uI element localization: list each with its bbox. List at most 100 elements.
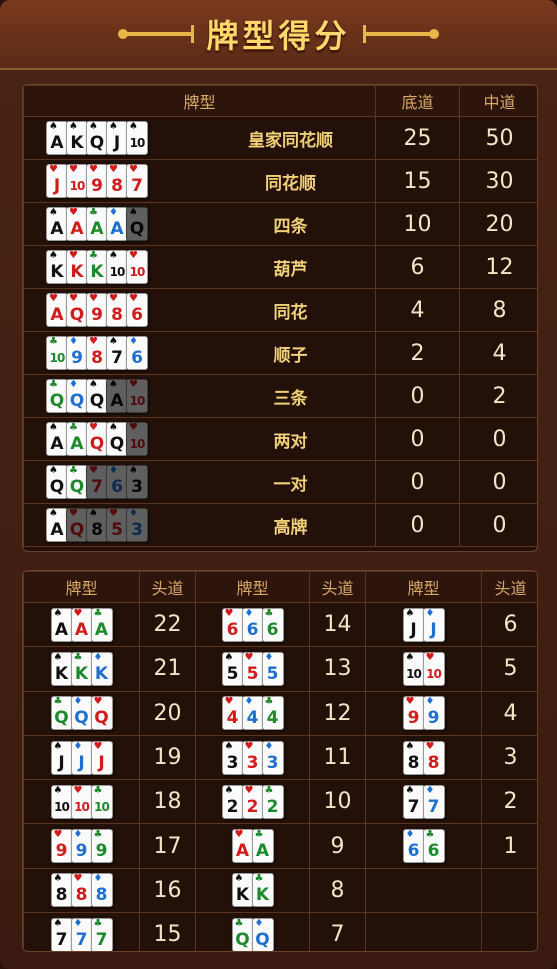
playing-card: ♣ 10 [90, 784, 113, 819]
card-rank: Q [49, 477, 65, 497]
card-suit-icon: ♠ [89, 379, 98, 390]
card-suit-icon: ♦ [425, 784, 435, 796]
card-rank: Q [89, 391, 105, 411]
card-suit-icon: ♥ [109, 508, 118, 519]
hand-type-name: 高牌 [273, 517, 308, 538]
card-rank: 4 [266, 708, 279, 729]
playing-card: ♥ 8 [106, 164, 128, 198]
card-suit-icon: ♥ [93, 740, 103, 752]
front-lane-score: 22 [139, 601, 196, 648]
card-rank: A [50, 133, 64, 153]
card-hand: ♠ 3 ♥ 3 ♦ 3 [196, 740, 309, 775]
card-suit-icon: ♦ [69, 379, 78, 390]
playing-card: ♠ 5 [221, 651, 244, 686]
playing-card: ♦ 9 [66, 336, 88, 370]
card-hand: ♣ Q ♦ Q ♥ Q [24, 696, 139, 731]
playing-card: ♥ 10 [126, 250, 148, 284]
hand-cards-cell: ♥ J ♥ 10 ♥ 9 ♥ 8 ♥ 7 同花顺 [23, 159, 376, 203]
playing-card: ♣ Q [66, 465, 88, 499]
card-suit-icon: ♣ [254, 829, 264, 841]
hand-cards-cell: ♠ 10 ♥ 10 [365, 646, 482, 692]
card-suit-icon: ♣ [89, 207, 98, 218]
playing-card: ♥ 9 [86, 293, 108, 327]
hand-cards-cell: ♣ Q ♦ Q [195, 912, 310, 951]
playing-card: ♥ A [66, 207, 88, 241]
card-suit-icon: ♣ [93, 784, 103, 796]
hand-cards-cell: ♠ K ♣ K [195, 867, 310, 914]
card-rank: K [235, 885, 250, 906]
table-row: ♥ 9 ♦ 9 ♣ 9 17 ♥ A ♣ A 9 ♦ 6 ♣ 6 1 [23, 823, 537, 869]
playing-card: ♣ 9 [90, 829, 113, 864]
card-hand: ♥ A ♣ A [196, 829, 309, 864]
table-row: ♠ 10 ♥ 10 ♣ 10 18 ♠ 2 ♥ 2 ♣ 2 10 ♠ 7 ♦ 7 2 [23, 779, 537, 825]
card-suit-icon: ♠ [49, 465, 58, 476]
hand-cards-cell: ♠ J ♦ J ♥ J [23, 734, 140, 781]
card-suit-icon: ♣ [93, 607, 103, 619]
playing-card: ♠ J [106, 121, 128, 155]
playing-card: ♥ A [70, 607, 93, 642]
card-rank: 9 [407, 708, 420, 729]
playing-card: ♦ 4 [241, 696, 264, 731]
card-suit-icon: ♥ [73, 607, 83, 619]
card-rank: 10 [129, 394, 146, 408]
playing-card: ♠ K [46, 250, 68, 284]
card-hand: ♦ 6 ♣ 6 [366, 829, 481, 864]
playing-card: ♦ 3 [261, 740, 284, 775]
playing-card: ♠ K [50, 651, 73, 686]
playing-card: ♠ 8 [402, 740, 425, 775]
playing-card: ♠ 10 [402, 651, 425, 686]
hand-cards-cell: ♠ 8 ♥ 8 [365, 734, 482, 781]
playing-card: ♦ K [90, 651, 113, 686]
playing-card: ♥ 10 [70, 784, 93, 819]
header-hand-type: 牌型 [23, 571, 140, 603]
card-rank: K [54, 663, 69, 684]
playing-card: ♥ 6 [221, 607, 244, 642]
playing-card: ♠ Q [126, 207, 148, 241]
playing-card: ♥ 10 [66, 164, 88, 198]
hand-type-name: 皇家同花顺 [248, 130, 333, 151]
playing-card: ♣ 7 [90, 917, 113, 951]
table-row: ♠ A ♥ A ♣ A ♦ A ♠ Q 四条 10 20 [23, 202, 537, 246]
playing-card: ♠ A [46, 121, 68, 155]
card-hand: ♠ 7 ♦ 7 [366, 784, 481, 819]
playing-card: ♥ Q [90, 696, 113, 731]
hand-cards-cell: ♠ Q ♣ Q ♥ 7 ♦ 6 ♠ 3 一对 [23, 460, 376, 504]
hand-cards-cell: ♠ K ♥ K ♣ K ♠ 10 ♥ 10 葫芦 [23, 245, 376, 289]
card-suit-icon: ♣ [93, 917, 103, 929]
card-hand: ♠ J ♦ J ♥ J [24, 740, 139, 775]
playing-card: ♥ 3 [241, 740, 264, 775]
card-hand: ♥ 9 ♦ 9 ♣ 9 [24, 829, 139, 864]
playing-card: ♣ 6 [261, 607, 284, 642]
card-rank: J [78, 752, 85, 773]
playing-card: ♥ J [90, 740, 113, 775]
table-row: ♠ K ♣ K ♦ K 21 ♠ 5 ♥ 5 ♦ 5 13 ♠ 10 ♥ 10 5 [23, 646, 537, 692]
playing-card: ♦ J [70, 740, 93, 775]
card-suit-icon: ♠ [109, 422, 118, 433]
card-rank: 7 [55, 929, 68, 950]
card-rank: Q [235, 929, 250, 950]
card-suit-icon: ♦ [264, 740, 274, 752]
card-rank: A [70, 434, 84, 454]
card-rank: A [255, 841, 270, 862]
card-rank: Q [54, 708, 69, 729]
card-rank: 8 [95, 885, 108, 906]
card-rank: Q [69, 477, 85, 497]
card-rank: 10 [406, 666, 422, 681]
card-suit-icon: ♥ [244, 784, 254, 796]
card-rank: 9 [71, 348, 83, 368]
playing-card: ♥ 8 [422, 740, 445, 775]
card-rank: 8 [91, 348, 103, 368]
card-suit-icon: ♥ [89, 164, 98, 175]
card-suit-icon: ♦ [93, 873, 103, 885]
card-rank: 6 [427, 841, 440, 862]
back-lane-score: 15 [375, 159, 460, 203]
table-row: ♣ Q ♦ Q ♥ Q 20 ♥ 4 ♦ 4 ♣ 4 12 ♥ 9 ♦ 9 4 [23, 690, 537, 736]
card-rank: 8 [111, 305, 123, 325]
card-rank: 6 [131, 348, 143, 368]
card-rank: J [410, 619, 417, 640]
playing-card: ♥ K [66, 250, 88, 284]
hand-type-name: 两对 [273, 431, 308, 452]
hand-cards-cell: ♥ 9 ♦ 9 ♣ 9 [23, 823, 140, 869]
back-middle-score-table: 牌型 底道 中道 ♠ A ♠ K ♠ Q ♠ J ♠ 10 皇家同花顺 25 50 ♥ J ♥ 10 ♥ 9 ♥ 8 ♥ 7… [22, 84, 538, 552]
playing-card: ♥ 6 [126, 293, 148, 327]
